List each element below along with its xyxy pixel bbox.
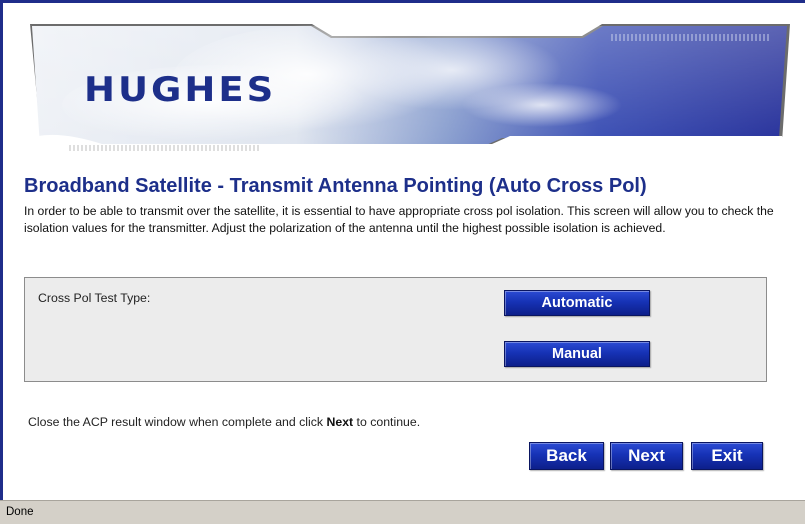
back-button[interactable]: Back bbox=[529, 442, 604, 470]
cross-pol-test-type-label: Cross Pol Test Type: bbox=[38, 291, 151, 305]
intro-text: In order to be able to transmit over the… bbox=[24, 204, 774, 235]
hughes-logo: HUGHES bbox=[84, 69, 277, 110]
instructions-text-after: to continue. bbox=[353, 415, 421, 429]
next-button[interactable]: Next bbox=[610, 442, 683, 470]
cross-pol-panel: Cross Pol Test Type: Automatic Manual bbox=[24, 277, 767, 382]
automatic-button[interactable]: Automatic bbox=[504, 290, 650, 316]
page-title: Broadband Satellite - Transmit Antenna P… bbox=[24, 175, 647, 197]
logo-trademark: ™ bbox=[256, 97, 262, 103]
instructions-text-before: Close the ACP result window when complet… bbox=[28, 415, 327, 429]
window-frame-top bbox=[0, 0, 805, 3]
status-text: Done bbox=[6, 506, 34, 518]
instructions-next-bold: Next bbox=[326, 415, 354, 429]
status-bar: Done bbox=[0, 500, 805, 524]
exit-button[interactable]: Exit bbox=[691, 442, 763, 470]
close-instructions: Close the ACP result window when complet… bbox=[28, 415, 420, 429]
manual-button[interactable]: Manual bbox=[504, 341, 650, 367]
window-frame-left bbox=[0, 0, 3, 500]
header-banner: HUGHES ™ bbox=[22, 10, 798, 160]
